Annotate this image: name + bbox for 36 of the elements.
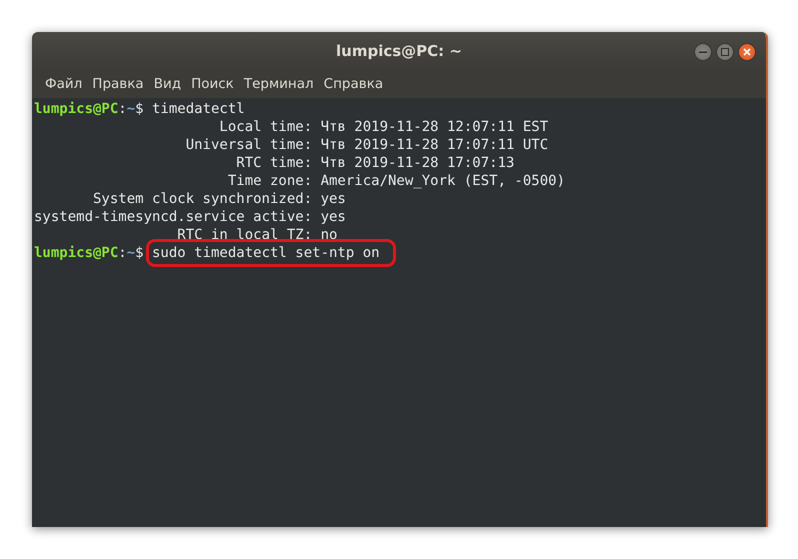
menu-item[interactable]: Терминал [238,76,319,92]
prompt-path: ~ [126,100,136,118]
maximize-button[interactable] [716,43,734,61]
output-label: Universal time: [184,136,312,154]
prompt-symbol: $ [135,244,144,262]
output-label: systemd-timesyncd.service active: [34,208,312,226]
output-value: America/New_York (EST, -0500) [320,172,565,190]
output-label: System clock synchronized: [92,190,312,208]
prompt-colon: : [118,244,127,262]
command-text: timedatectl [152,100,245,118]
prompt-user: lumpics@PC [34,100,118,118]
output-value: Чтв 2019-11-28 17:07:11 UTC [320,136,548,154]
close-icon [743,48,751,56]
output-label: Time zone: [226,172,312,190]
prompt-path: ~ [126,244,136,262]
output-value: yes [320,190,346,208]
output-value: yes [320,208,346,226]
close-button[interactable] [738,43,756,61]
output-value: Чтв 2019-11-28 12:07:11 EST [320,118,548,136]
maximize-icon [721,48,729,56]
output-value: Чтв 2019-11-28 17:07:13 [320,154,514,172]
menu-item[interactable]: Правка [87,76,149,92]
minimize-button[interactable] [694,43,712,61]
menu-item[interactable]: Поиск [186,76,239,92]
output-value: no [320,226,338,244]
command-text: sudo timedatectl set-ntp on [152,244,380,262]
menu-item[interactable]: Справка [318,76,388,92]
prompt-colon: : [118,100,127,118]
prompt-user: lumpics@PC [34,244,118,262]
menu-item[interactable]: Вид [148,76,186,92]
output-label: RTC time: [235,154,312,172]
output-label: RTC in local TZ: [176,226,312,244]
output-label: Local time: [218,118,312,136]
prompt-symbol: $ [135,100,144,118]
menu-item[interactable]: Файл [40,76,88,92]
window-title: lumpics@PC: ~ [336,42,462,60]
